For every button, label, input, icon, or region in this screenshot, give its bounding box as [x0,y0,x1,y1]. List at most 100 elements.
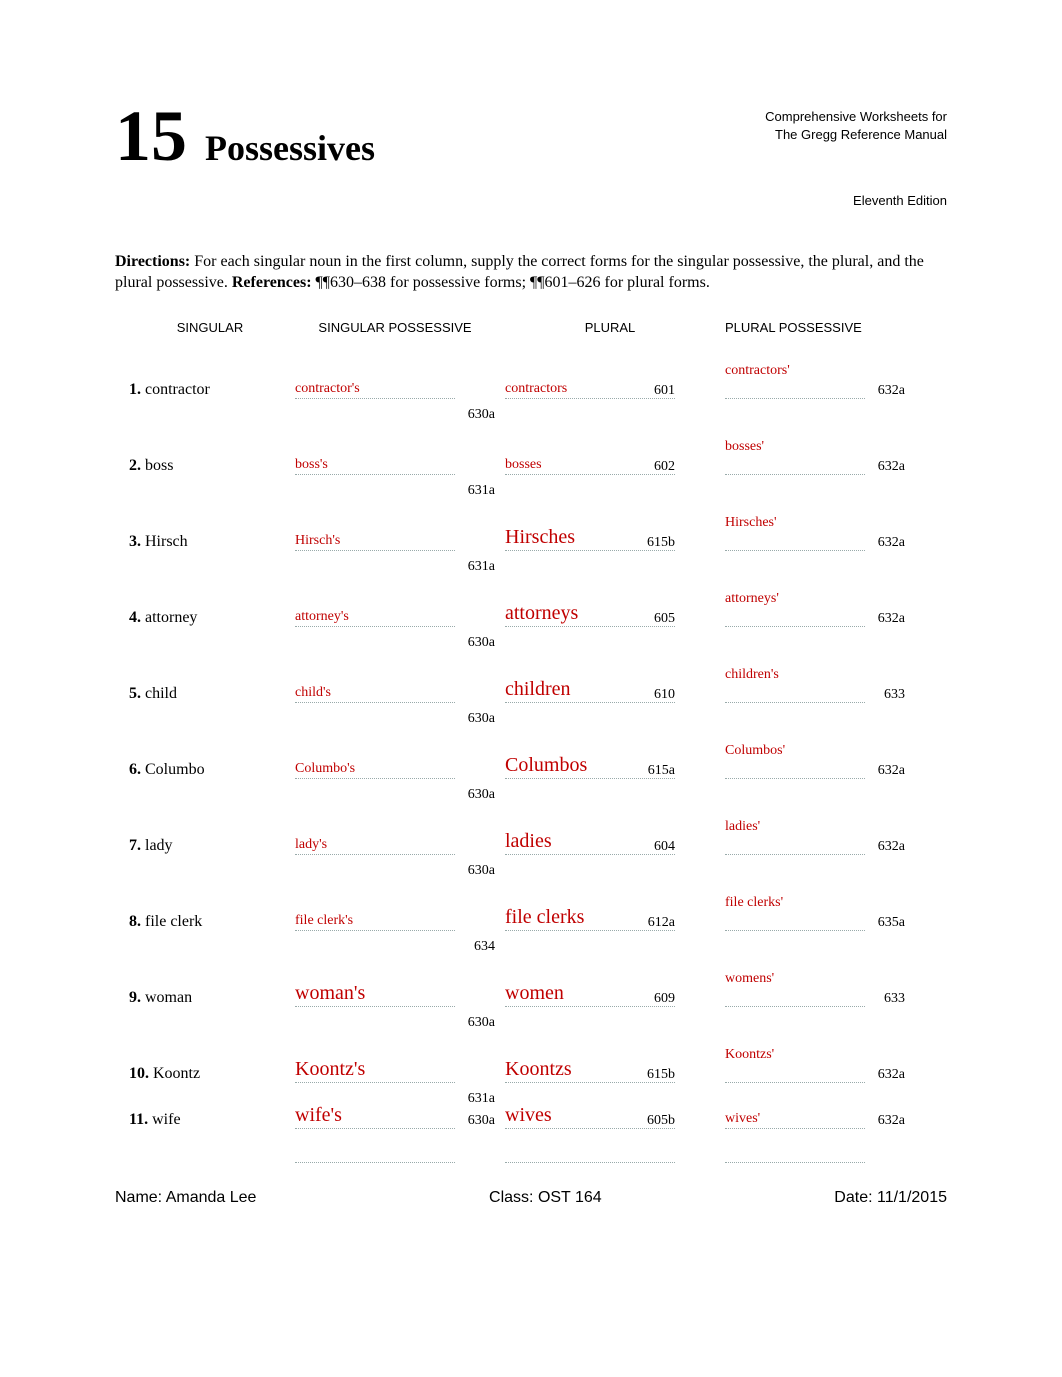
singular-possessive-cell: wife's 630a [295,1104,495,1129]
singular-possessive-cell: child's630a [295,683,495,703]
plural-answer: wives [505,1104,552,1129]
singular-possessive-answer: wife's [295,1104,342,1129]
singular-possessive-cell: Hirsch's631a [295,531,495,551]
footer-date: Date: 11/1/2015 [834,1189,947,1207]
directions-label: Directions: [115,253,190,270]
name-value: Amanda Lee [166,1189,257,1206]
plural-possessive-answer: contractors' [725,363,790,379]
source-line-2: The Gregg Reference Manual [765,126,947,144]
plural-cell: children610 [505,678,715,703]
plural-answer: ladies [505,830,552,855]
singular-possessive-answer: attorney's [295,609,349,627]
source-edition: Eleventh Edition [765,144,947,210]
item-number: 3. [129,533,145,550]
chapter-number: 15 [115,100,187,172]
singular-cell: 7. lady [115,837,285,855]
pp-reference: 632a [878,459,905,475]
plural-reference: 602 [654,459,675,475]
table-row: 9. womanwoman's630awomen609womens'633 [115,949,947,1007]
singular-possessive-answer: Hirsch's [295,533,340,551]
chapter-title: Possessives [205,127,375,169]
plural-reference: 615a [648,763,675,779]
item-number: 7. [129,837,145,854]
plural-cell: file clerks 612a [505,906,715,931]
singular-possessive-cell: boss's631a [295,455,495,475]
pp-reference: 635a [878,915,905,931]
plural-answer: bosses [505,457,542,475]
singular-possessive-cell: Koontz's631a [295,1058,495,1083]
singular-possessive-answer: woman's [295,982,365,1007]
singular-word: lady [145,837,173,854]
pp-reference: 632a [878,611,905,627]
item-number: 11. [129,1111,152,1128]
date-label: Date: [834,1189,872,1206]
pp-reference: 632a [878,763,905,779]
plural-cell: Hirsches615b [505,526,715,551]
table-row: 5. childchild's630achildren610children's… [115,645,947,703]
plural-answer: contractors [505,381,567,399]
singular-cell: 11. wife [115,1111,285,1129]
singular-cell: 6. Columbo [115,761,285,779]
pp-reference: 632a [878,1113,905,1129]
col-header-plural: PLURAL [505,320,715,335]
plural-cell: attorneys 605 [505,602,715,627]
singular-possessive-cell: file clerk's634 [295,911,495,931]
singular-word: woman [145,989,192,1006]
plural-possessive-answer: ladies' [725,819,760,835]
plural-possessive-cell: wives' 632a [725,1109,905,1129]
singular-possessive-cell: contractor's630a [295,379,495,399]
plural-reference: 604 [654,839,675,855]
plural-reference: 612a [648,915,675,931]
col-header-singular: SINGULAR [115,320,285,335]
singular-cell: 2. boss [115,457,285,475]
table-row: 10. KoontzKoontz's631aKoontzs615bKoontzs… [115,1025,947,1083]
plural-reference: 610 [654,687,675,703]
plural-cell: women609 [505,982,715,1007]
singular-word: Columbo [145,761,205,778]
singular-word: contractor [145,381,210,398]
singular-cell: 8. file clerk [115,913,285,931]
singular-possessive-answer: child's [295,685,331,703]
singular-possessive-cell: woman's630a [295,982,495,1007]
item-number: 9. [129,989,145,1006]
plural-reference: 601 [654,383,675,399]
singular-cell: 1. contractor [115,381,285,399]
plural-possessive-answer: file clerks' [725,895,783,911]
plural-possessive-answer: children's [725,667,779,683]
item-number: 8. [129,913,145,930]
pp-reference: 632a [878,1067,905,1083]
plural-answer: women [505,982,564,1007]
singular-word: child [145,685,177,702]
col-header-plural-possessive: PLURAL POSSESSIVE [725,320,905,335]
singular-word: boss [145,457,173,474]
singular-word: Hirsch [145,533,188,550]
footer-name: Name: Amanda Lee [115,1189,256,1207]
plural-reference: 605 [654,611,675,627]
table-row: 1. contractor contractor's630a contractors… [115,341,947,399]
plural-possessive-answer: attorneys' [725,591,779,607]
item-number: 1. [129,381,145,398]
class-label: Class: [489,1189,533,1206]
source-line-1: Comprehensive Worksheets for [765,108,947,126]
sp-reference: 630a [468,1113,495,1129]
singular-cell: 10. Koontz [115,1065,285,1083]
plural-cell: Koontzs615b [505,1058,715,1083]
references-body: ¶¶630–638 for possessive forms; ¶¶601–62… [316,274,710,291]
plural-cell: contractors 601 [505,379,715,399]
plural-answer: file clerks [505,906,584,931]
worksheet-header: 15 Possessives Comprehensive Worksheets … [115,100,947,211]
table-row: 7. ladylady's630aladies604ladies'632a [115,797,947,855]
singular-word: Koontz [153,1065,200,1082]
singular-word: file clerk [145,913,202,930]
worksheet-footer: Name: Amanda Lee Class: OST 164 Date: 11… [115,1189,947,1207]
table-header-row: SINGULAR SINGULAR POSSESSIVE PLURAL PLUR… [115,320,947,335]
pp-reference: 633 [884,687,905,703]
plural-possessive-answer: wives' [725,1111,760,1129]
plural-cell: ladies 604 [505,830,715,855]
pp-reference: 633 [884,991,905,1007]
plural-answer: Hirsches [505,526,575,551]
singular-possessive-answer: file clerk's [295,913,353,931]
singular-possessive-answer: boss's [295,457,328,475]
plural-cell: bosses 602 [505,455,715,475]
plural-answer: attorneys [505,602,578,627]
